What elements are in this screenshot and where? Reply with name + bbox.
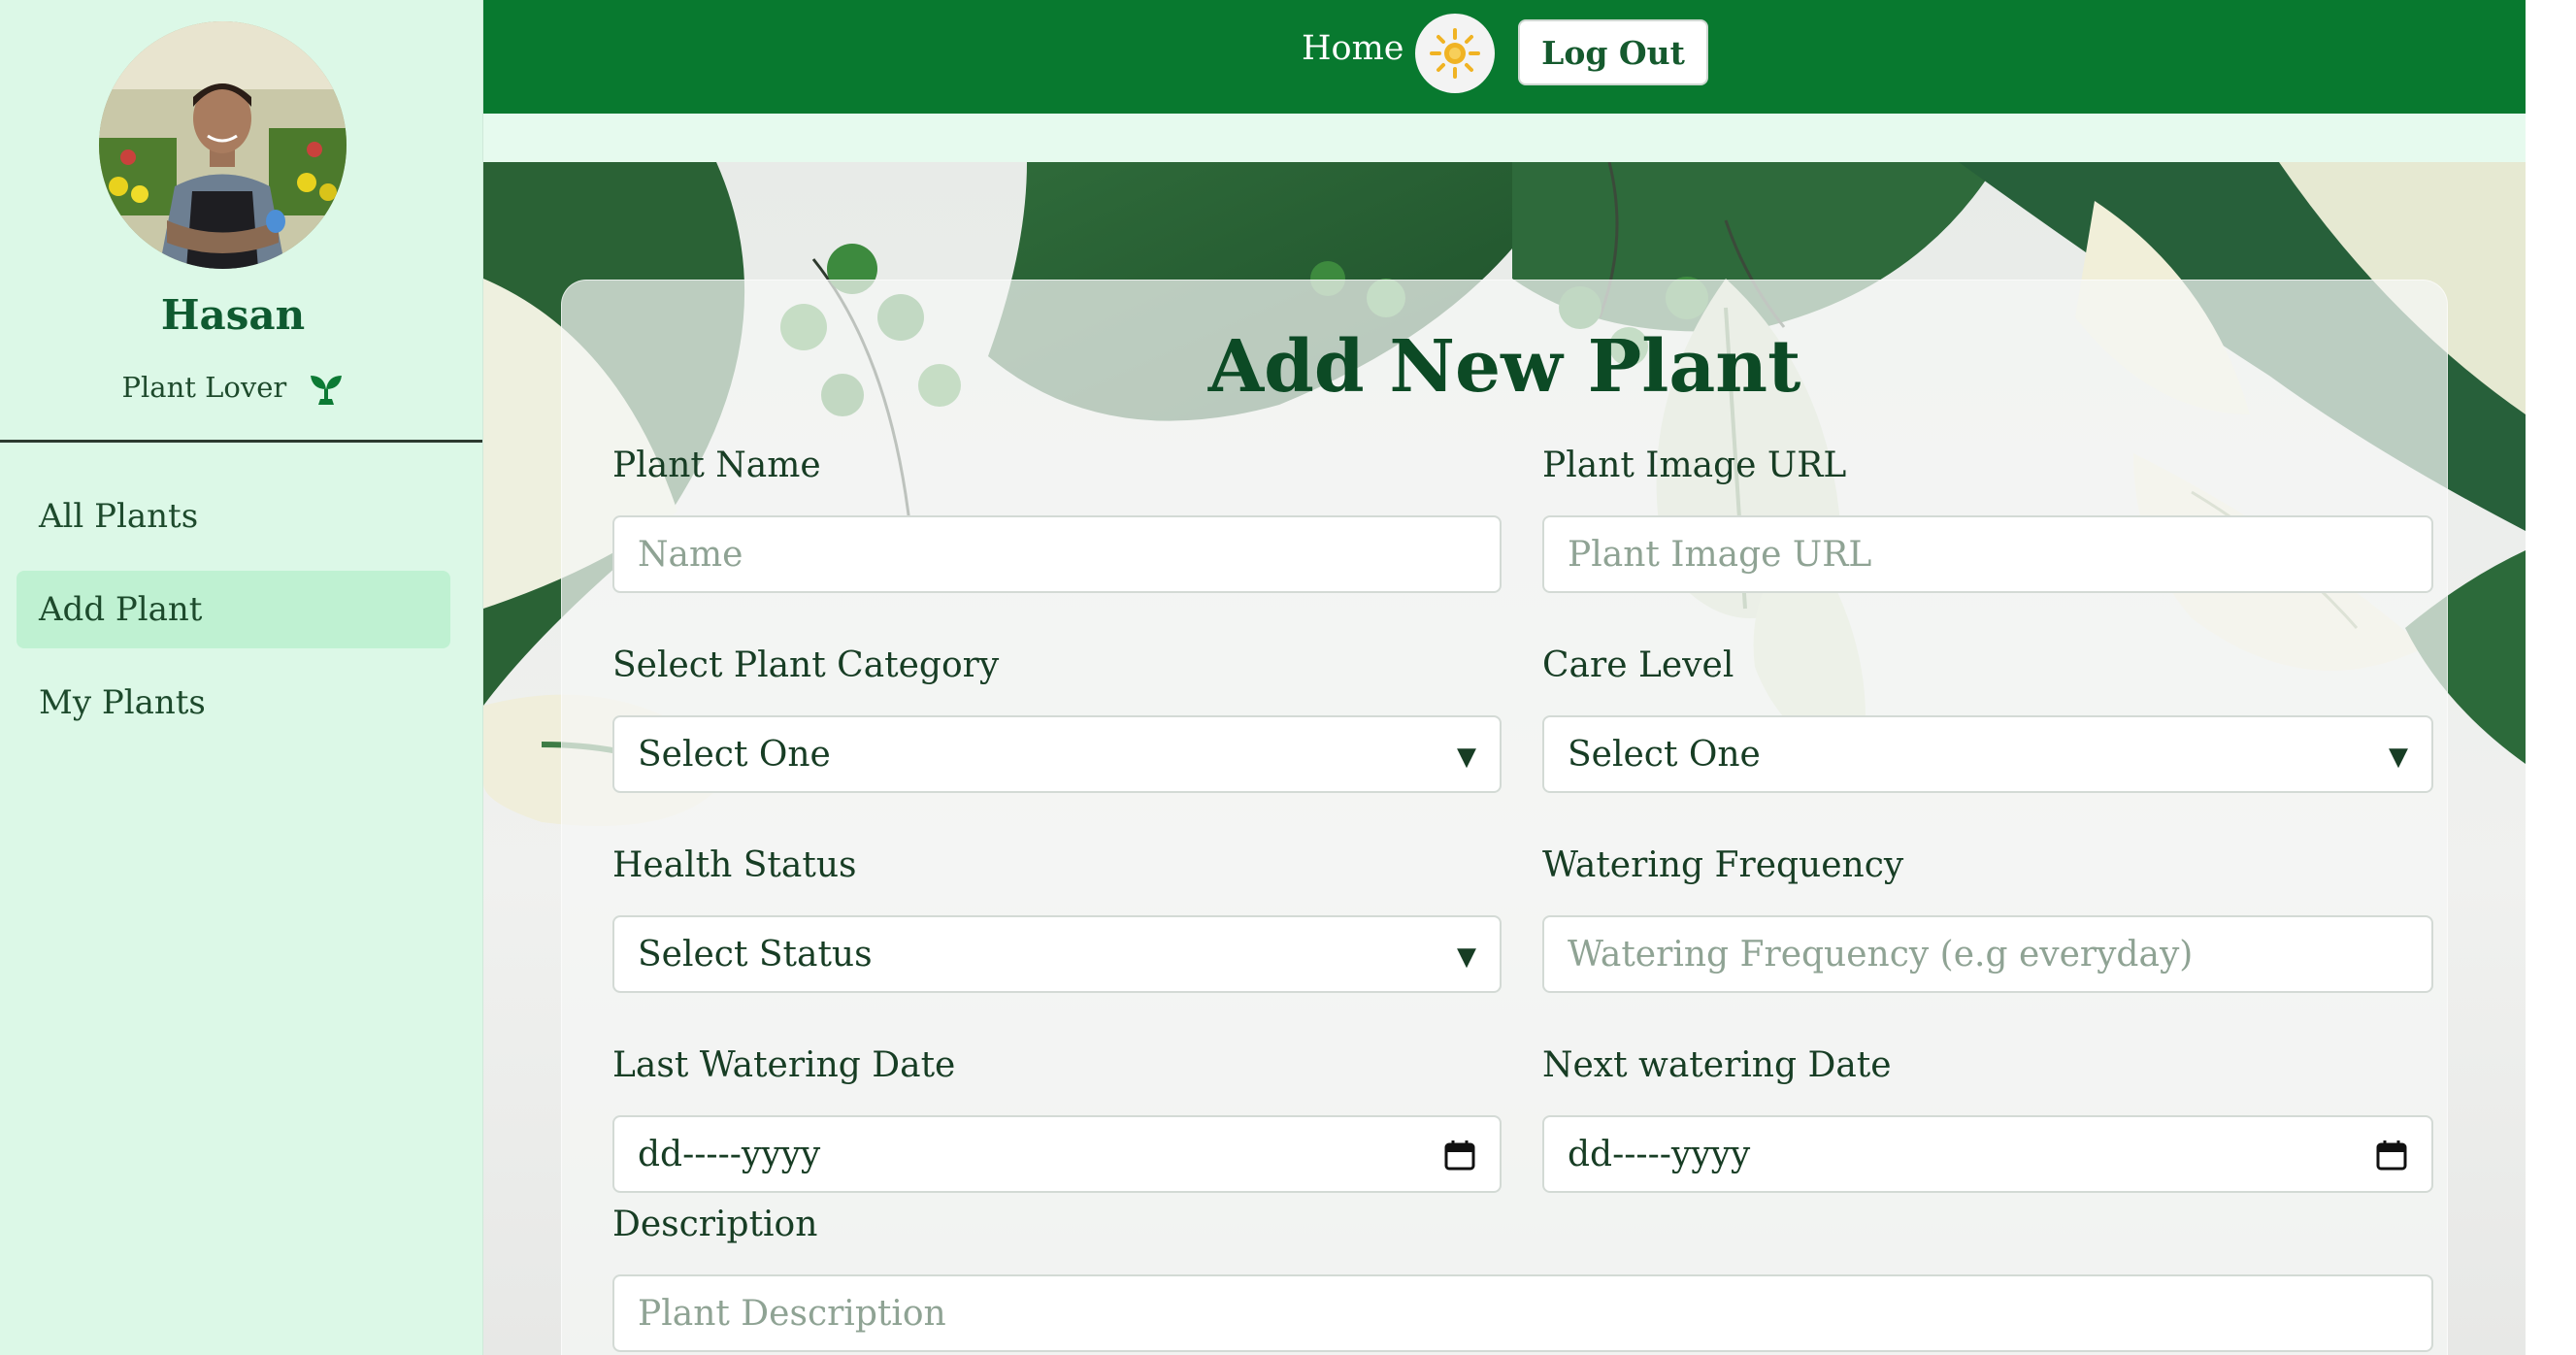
health-status-label: Health Status [612, 845, 857, 885]
care-level-select[interactable]: Select One ▼ [1542, 715, 2433, 793]
description-input[interactable]: Plant Description [612, 1274, 2433, 1352]
sidebar-item-my-plants[interactable]: My Plants [17, 664, 450, 742]
plant-name-placeholder: Name [638, 534, 743, 575]
next-watering-date-value: dd-----yyyy [1568, 1134, 1751, 1174]
plant-category-select[interactable]: Select One ▼ [612, 715, 1502, 793]
description-label: Description [612, 1205, 818, 1244]
profile-role: Plant Lover [0, 371, 466, 407]
description-placeholder: Plant Description [638, 1293, 946, 1334]
add-plant-form: Add New Plant Plant Name Name Plant Imag… [561, 280, 2448, 1355]
top-navbar: Home Log Out [483, 0, 2526, 114]
watering-frequency-placeholder: Watering Frequency (e.g everyday) [1568, 934, 2194, 975]
last-watering-date-input[interactable]: dd-----yyyy [612, 1115, 1502, 1193]
health-status-value: Select Status [638, 934, 873, 975]
profile-name: Hasan [160, 291, 306, 339]
app-root: Hasan Plant Lover All Plants Add Plant M… [0, 0, 2576, 1355]
plant-category-label: Select Plant Category [612, 645, 1000, 685]
next-watering-date-input[interactable]: dd-----yyyy [1542, 1115, 2433, 1193]
profile-role-label: Plant Lover [121, 371, 287, 404]
health-status-select[interactable]: Select Status ▼ [612, 915, 1502, 993]
home-link[interactable]: Home [1302, 29, 1404, 68]
chevron-down-icon: ▼ [2389, 743, 2408, 772]
plant-image-url-input[interactable]: Plant Image URL [1542, 515, 2433, 593]
avatar-image [99, 21, 347, 269]
sidebar-item-add-plant[interactable]: Add Plant [17, 571, 450, 648]
calendar-icon[interactable] [1443, 1139, 1476, 1172]
next-watering-date-label: Next watering Date [1542, 1045, 1892, 1085]
logout-button[interactable]: Log Out [1518, 19, 1708, 85]
watering-frequency-input[interactable]: Watering Frequency (e.g everyday) [1542, 915, 2433, 993]
right-margin [2526, 0, 2576, 1355]
sidebar-item-all-plants[interactable]: All Plants [17, 478, 450, 555]
sidebar: Hasan Plant Lover All Plants Add Plant M… [0, 0, 483, 1355]
plant-category-value: Select One [638, 734, 831, 775]
profile-section: Hasan Plant Lover [0, 0, 482, 443]
last-watering-date-value: dd-----yyyy [638, 1134, 821, 1174]
plant-image-url-placeholder: Plant Image URL [1568, 534, 1872, 575]
sprout-icon [311, 376, 343, 405]
plant-name-input[interactable]: Name [612, 515, 1502, 593]
plant-image-url-label: Plant Image URL [1542, 446, 1847, 485]
chevron-down-icon: ▼ [1457, 942, 1476, 972]
plant-name-label: Plant Name [612, 446, 821, 485]
calendar-icon[interactable] [2375, 1139, 2408, 1172]
theme-toggle-button[interactable] [1415, 14, 1495, 93]
care-level-label: Care Level [1542, 645, 1734, 685]
form-title: Add New Plant [1207, 325, 1801, 409]
header-spacer [483, 114, 2526, 162]
sidebar-nav: All Plants Add Plant My Plants [0, 478, 483, 757]
chevron-down-icon: ▼ [1457, 743, 1476, 772]
care-level-value: Select One [1568, 734, 1761, 775]
sun-icon [1430, 28, 1480, 79]
last-watering-date-label: Last Watering Date [612, 1045, 956, 1085]
avatar [99, 21, 347, 269]
watering-frequency-label: Watering Frequency [1542, 845, 1904, 885]
